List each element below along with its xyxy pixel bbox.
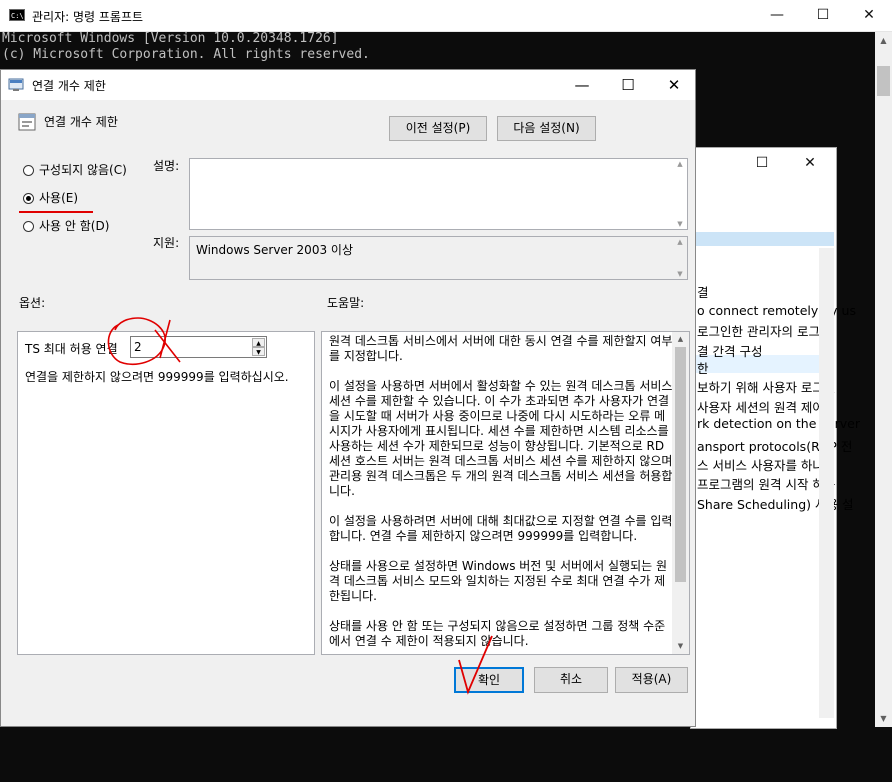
cmd-output: Microsoft Windows [Version 10.0.20348.17… [2, 31, 370, 63]
radio-disabled[interactable]: 사용 안 함(D) [23, 217, 109, 234]
supported-on-field: Windows Server 2003 이상 ▲ ▼ [189, 236, 688, 280]
radio-enabled[interactable]: 사용(E) [23, 189, 78, 206]
scroll-down-icon[interactable]: ▼ [673, 270, 687, 278]
dialog-maximize-button[interactable]: ☐ [605, 70, 651, 100]
scroll-down-icon[interactable]: ▼ [673, 220, 687, 228]
scroll-down-icon[interactable]: ▼ [672, 639, 689, 654]
apply-button[interactable]: 적용(A) [615, 667, 688, 693]
scroll-thumb[interactable] [675, 347, 686, 582]
setting-name: 연결 개수 제한 [44, 115, 118, 129]
help-scrollbar[interactable]: ▲ ▼ [672, 332, 689, 654]
radio-circle-icon[interactable] [23, 221, 34, 232]
close-button[interactable]: ✕ [846, 0, 892, 31]
description-field[interactable]: ▲ ▼ [189, 158, 688, 230]
spin-buttons[interactable]: ▲ ▼ [252, 338, 265, 356]
description-label: 설명: [153, 159, 180, 173]
cmd-title: 관리자: 명령 프롬프트 [32, 10, 144, 24]
options-label: 옵션: [19, 296, 46, 310]
scroll-up-icon[interactable]: ▲ [672, 332, 689, 347]
spin-down-icon[interactable]: ▼ [252, 347, 265, 356]
policy-editor-window: ☐ ✕ 결 o connect remotely by us 로그인한 관리자의… [690, 147, 860, 729]
spin-up-icon[interactable]: ▲ [252, 338, 265, 347]
ok-button[interactable]: 확인 [454, 667, 524, 693]
max-connections-hint: 연결을 제한하지 않으려면 999999를 입력하십시오. [25, 370, 289, 384]
policy-setting-dialog: 연결 개수 제한 — ☐ ✕ 연결 개수 제한 이전 설정(P) 다음 설정(N… [0, 69, 696, 727]
cmd-titlebar[interactable]: C:\ 관리자: 명령 프롬프트 — ☐ ✕ [0, 0, 892, 32]
list-item[interactable]: 스 서비스 사용자를 하나의 [697, 455, 835, 474]
radio-label: 구성되지 않음(C) [39, 163, 127, 177]
help-paragraph: 이 설정을 사용하려면 서버에 대해 최대값으로 지정할 연결 수를 입력합니다… [329, 514, 673, 543]
scroll-up-icon[interactable]: ▲ [673, 160, 687, 168]
scroll-up-icon[interactable]: ▲ [673, 238, 687, 246]
scroll-up-icon[interactable]: ▲ [875, 32, 892, 49]
minimize-button[interactable]: — [754, 0, 800, 31]
policy-window-icon [8, 78, 24, 91]
maximize-button[interactable]: ☐ [800, 0, 846, 31]
list-item[interactable]: rk detection on the server [697, 416, 860, 431]
bgwin-close-button[interactable]: ✕ [787, 148, 833, 178]
help-paragraph: 상태를 사용으로 설정하면 Windows 버전 및 서버에서 실행되는 원격 … [329, 559, 668, 603]
help-paragraph: 이 설정을 사용하면 서버에서 활성화할 수 있는 원격 데스크톱 서비스 세션… [329, 379, 673, 498]
policy-list: 결 o connect remotely by us 로그인한 관리자의 로그오… [693, 202, 860, 782]
radio-not-configured[interactable]: 구성되지 않음(C) [23, 161, 127, 178]
help-panel: 원격 데스크톱 서비스에서 서버에 대한 동시 연결 수를 제한할지 여부를 지… [321, 331, 690, 655]
next-setting-button[interactable]: 다음 설정(N) [497, 116, 596, 141]
bgwin-maximize-button[interactable]: ☐ [739, 148, 785, 178]
max-connections-label: TS 최대 허용 연결 [25, 342, 118, 356]
dialog-titlebar[interactable]: 연결 개수 제한 — ☐ ✕ [1, 70, 695, 100]
previous-setting-button[interactable]: 이전 설정(P) [389, 116, 487, 141]
options-panel: TS 최대 허용 연결 2 ▲ ▼ 연결을 제한하지 않으려면 999999를 … [17, 331, 315, 655]
list-item[interactable]: 로그인한 관리자의 로그오 [697, 321, 831, 340]
bgwin-titlebar[interactable]: ☐ ✕ [691, 148, 836, 178]
list-item[interactable]: 결 [697, 282, 709, 301]
supported-on-value: Windows Server 2003 이상 [196, 243, 353, 257]
max-connections-spinbox[interactable]: 2 ▲ ▼ [130, 336, 267, 358]
red-underline-annotation [19, 211, 93, 213]
bgwin-scrollbar[interactable] [819, 248, 834, 718]
dialog-title: 연결 개수 제한 [32, 79, 106, 93]
cmd-line: (c) Microsoft Corporation. All rights re… [2, 47, 370, 62]
policy-setting-icon [18, 113, 36, 131]
cmd-icon: C:\ [9, 9, 25, 21]
radio-label: 사용 안 함(D) [39, 219, 110, 233]
radio-selected-icon[interactable] [23, 193, 34, 204]
list-item[interactable]: 프로그램의 원격 시작 허용 [697, 474, 835, 493]
scroll-thumb[interactable] [877, 66, 890, 96]
list-item[interactable]: 사용자 세션의 원격 제어 [697, 397, 824, 416]
help-label: 도움말: [327, 296, 365, 310]
radio-circle-icon[interactable] [23, 165, 34, 176]
radio-label: 사용(E) [39, 191, 79, 205]
help-paragraph: 원격 데스크톱 서비스에서 서버에 대한 동시 연결 수를 제한할지 여부를 지… [329, 334, 673, 363]
cmd-scrollbar[interactable]: ▲ ▼ [875, 32, 892, 727]
cancel-button[interactable]: 취소 [534, 667, 608, 693]
dialog-close-button[interactable]: ✕ [651, 70, 697, 100]
list-item[interactable]: 한 [697, 358, 709, 377]
max-connections-value[interactable]: 2 [134, 340, 142, 354]
dialog-minimize-button[interactable]: — [559, 70, 605, 100]
help-paragraph: 상태를 사용 안 함 또는 구성되지 않음으로 설정하면 그룹 정책 수준에서 … [329, 619, 666, 648]
help-text: 원격 데스크톱 서비스에서 서버에 대한 동시 연결 수를 제한할지 여부를 지… [329, 334, 675, 654]
cmd-line: Microsoft Windows [Version 10.0.20348.17… [2, 31, 339, 46]
description-scrollbar[interactable]: ▲ ▼ [673, 159, 687, 229]
support-scrollbar[interactable]: ▲ ▼ [673, 237, 687, 279]
scroll-down-icon[interactable]: ▼ [875, 710, 892, 727]
list-item[interactable]: 보하기 위해 사용자 로그인 [697, 377, 835, 396]
support-label: 지원: [153, 236, 180, 250]
